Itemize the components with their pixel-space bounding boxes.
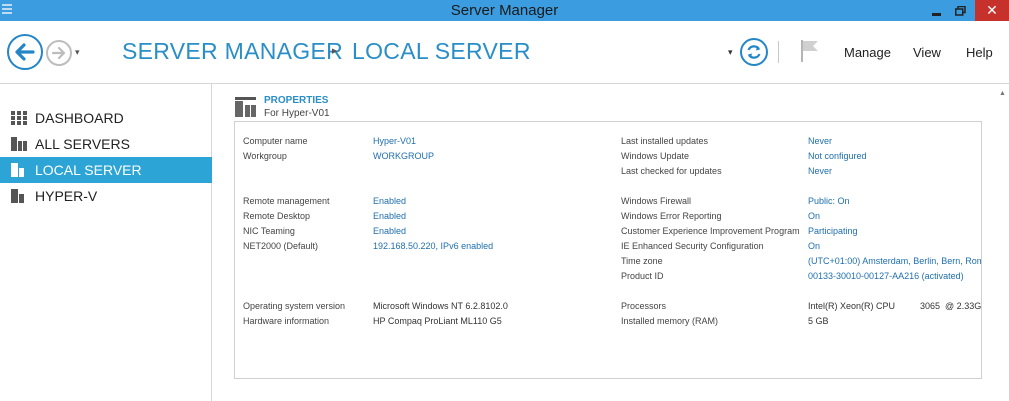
sidebar-item-hyper-v[interactable]: HYPER-V [0, 183, 212, 209]
installed-memory-value: 5 GB [808, 316, 829, 326]
windows-firewall-link[interactable]: Public: On [808, 196, 850, 206]
property-label: Last installed updates [621, 136, 709, 146]
forward-arrow-icon [51, 46, 66, 60]
property-label: Processors [621, 301, 667, 311]
os-version-value: Microsoft Windows NT 6.2.8102.0 [373, 301, 508, 311]
back-button[interactable] [7, 34, 43, 70]
nic-teaming-link[interactable]: Enabled [373, 226, 406, 236]
ie-esc-link[interactable]: On [808, 241, 820, 251]
sidebar-item-dashboard[interactable]: DASHBOARD [0, 105, 212, 131]
header-divider [778, 41, 779, 63]
properties-subtitle: For Hyper-V01 [264, 108, 330, 119]
time-zone-link[interactable]: (UTC+01:00) Amsterdam, Berlin, Bern, Rom… [808, 256, 981, 266]
property-label: Hardware information [243, 316, 330, 326]
sidebar-item-all-servers[interactable]: ALL SERVERS [0, 131, 212, 157]
property-label: Remote Desktop [243, 211, 311, 221]
product-id-link[interactable]: 00133-30010-00127-AA216 (activated) [808, 271, 964, 281]
property-label: Computer name [243, 136, 308, 146]
title-bar: Server Manager ✕ [0, 0, 1009, 21]
header-bar: ▾ SERVER MANAGER ▸ LOCAL SERVER ▾ Manage… [0, 21, 1009, 84]
property-label: Customer Experience Improvement Program [621, 226, 800, 236]
sidebar-item-label: DASHBOARD [35, 110, 124, 126]
refresh-button[interactable] [740, 38, 768, 66]
minimize-icon [931, 13, 941, 16]
local-server-icon [11, 163, 27, 177]
restore-icon [954, 5, 966, 16]
remote-desktop-link[interactable]: Enabled [373, 211, 406, 221]
all-servers-icon [11, 137, 27, 151]
properties-server-icon [235, 97, 256, 117]
forward-button[interactable] [46, 40, 72, 66]
computer-name-link[interactable]: Hyper-V01 [373, 136, 416, 146]
property-label: Installed memory (RAM) [621, 316, 719, 326]
property-label: Windows Error Reporting [621, 211, 722, 221]
refresh-dropdown-icon[interactable]: ▾ [728, 47, 733, 58]
help-menu[interactable]: Help [966, 45, 993, 60]
property-label: Time zone [621, 256, 663, 266]
refresh-icon [747, 45, 761, 59]
property-label: NIC Teaming [243, 226, 295, 236]
sidebar-item-label: LOCAL SERVER [35, 162, 142, 178]
workgroup-link[interactable]: WORKGROUP [373, 151, 434, 161]
scroll-up-icon[interactable]: ▲ [999, 90, 1006, 97]
breadcrumb-current: LOCAL SERVER [352, 38, 531, 64]
error-reporting-link[interactable]: On [808, 211, 820, 221]
ceip-link[interactable]: Participating [808, 226, 858, 236]
sidebar-item-local-server[interactable]: LOCAL SERVER [0, 157, 212, 183]
sidebar-item-label: ALL SERVERS [35, 136, 130, 152]
property-label: Product ID [621, 271, 664, 281]
hardware-info-value: HP Compaq ProLiant ML110 G5 [373, 316, 502, 326]
network-adapter-link[interactable]: 192.168.50.220, IPv6 enabled [373, 241, 493, 251]
last-installed-updates-link[interactable]: Never [808, 136, 832, 146]
minimize-button[interactable] [924, 0, 948, 21]
back-arrow-icon [15, 43, 35, 61]
hyper-v-server-icon [11, 189, 27, 203]
history-dropdown-icon[interactable]: ▾ [75, 47, 80, 58]
property-label: Workgroup [243, 151, 287, 161]
property-label: Windows Firewall [621, 196, 692, 206]
property-label: Last checked for updates [621, 166, 722, 176]
property-label: Windows Update [621, 151, 690, 161]
property-label: NET2000 (Default) [243, 241, 319, 251]
notifications-flag-icon[interactable] [800, 39, 820, 63]
processors-value: Intel(R) Xeon(R) CPU 3065 @ 2.33GHz [808, 301, 982, 311]
property-label: Remote management [243, 196, 330, 206]
remote-management-link[interactable]: Enabled [373, 196, 406, 206]
close-button[interactable]: ✕ [975, 0, 1009, 21]
property-label: Operating system version [243, 301, 346, 311]
property-label: IE Enhanced Security Configuration [621, 241, 764, 251]
view-menu[interactable]: View [913, 45, 941, 60]
breadcrumb-separator-icon: ▸ [332, 45, 338, 57]
navigation-sidebar: DASHBOARD ALL SERVERS LOCAL SERVER HYPER… [0, 84, 212, 401]
properties-panel: Computer name Workgroup Remote managemen… [234, 121, 982, 379]
maximize-button[interactable] [948, 0, 972, 21]
window-title: Server Manager [450, 2, 559, 19]
windows-update-link[interactable]: Not configured [808, 151, 867, 161]
dashboard-grid-icon [11, 111, 27, 125]
sidebar-item-label: HYPER-V [35, 188, 98, 204]
last-checked-updates-link[interactable]: Never [808, 166, 832, 176]
properties-title: PROPERTIES [264, 95, 329, 106]
manage-menu[interactable]: Manage [844, 45, 891, 60]
breadcrumb-root[interactable]: SERVER MANAGER [122, 38, 343, 65]
close-icon: ✕ [986, 2, 998, 18]
